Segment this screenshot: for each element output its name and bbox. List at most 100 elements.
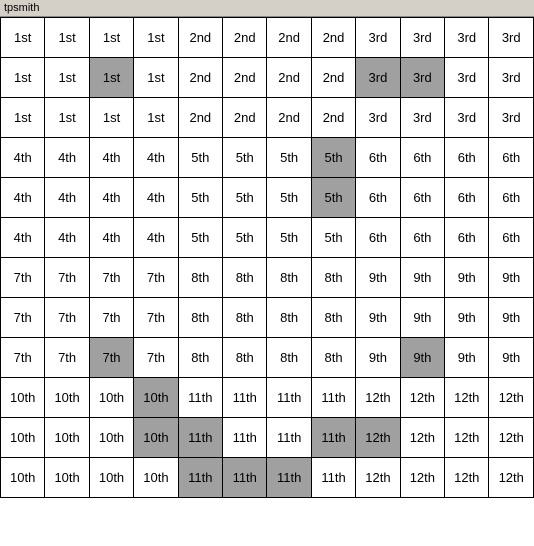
table-cell: 3rd — [400, 18, 444, 58]
table-cell: 7th — [134, 338, 178, 378]
table-cell: 1st — [89, 98, 133, 138]
table-cell: 8th — [178, 338, 222, 378]
table-cell: 4th — [45, 218, 89, 258]
table-cell: 12th — [489, 418, 534, 458]
table-cell: 7th — [89, 298, 133, 338]
table-cell: 11th — [223, 418, 267, 458]
table-cell: 2nd — [223, 18, 267, 58]
table-cell: 2nd — [267, 98, 311, 138]
table-cell: 4th — [134, 138, 178, 178]
table-cell: 9th — [356, 338, 400, 378]
table-row: 1st1st1st1st2nd2nd2nd2nd3rd3rd3rd3rd — [1, 18, 534, 58]
table-cell: 3rd — [489, 18, 534, 58]
table-cell: 5th — [223, 178, 267, 218]
table-cell: 10th — [45, 378, 89, 418]
table-cell: 4th — [89, 218, 133, 258]
table-cell: 12th — [400, 378, 444, 418]
table-cell: 3rd — [445, 98, 489, 138]
table-cell: 8th — [311, 338, 355, 378]
table-cell: 1st — [45, 98, 89, 138]
table-cell: 5th — [267, 178, 311, 218]
table-cell: 9th — [356, 298, 400, 338]
table-cell: 2nd — [178, 58, 222, 98]
table-cell: 9th — [356, 258, 400, 298]
table-cell: 5th — [178, 218, 222, 258]
table-cell: 6th — [400, 138, 444, 178]
table-cell: 12th — [489, 458, 534, 498]
table-cell: 11th — [223, 378, 267, 418]
table-cell: 6th — [356, 138, 400, 178]
table-cell: 5th — [311, 138, 355, 178]
table-cell: 3rd — [356, 58, 400, 98]
table-cell: 11th — [223, 458, 267, 498]
grid-container: 1st1st1st1st2nd2nd2nd2nd3rd3rd3rd3rd1st1… — [0, 17, 534, 498]
table-cell: 11th — [267, 458, 311, 498]
table-row: 4th4th4th4th5th5th5th5th6th6th6th6th — [1, 138, 534, 178]
table-cell: 6th — [356, 178, 400, 218]
table-cell: 1st — [1, 98, 45, 138]
table-cell: 3rd — [400, 58, 444, 98]
table-cell: 9th — [445, 298, 489, 338]
table-cell: 5th — [178, 178, 222, 218]
table-cell: 8th — [178, 298, 222, 338]
table-cell: 8th — [178, 258, 222, 298]
table-cell: 1st — [134, 18, 178, 58]
table-cell: 4th — [89, 178, 133, 218]
table-cell: 9th — [489, 338, 534, 378]
table-cell: 11th — [311, 418, 355, 458]
table-cell: 4th — [1, 178, 45, 218]
table-cell: 2nd — [311, 98, 355, 138]
table-cell: 11th — [178, 458, 222, 498]
table-row: 10th10th10th10th11th11th11th11th12th12th… — [1, 458, 534, 498]
table-cell: 9th — [400, 258, 444, 298]
table-cell: 3rd — [489, 98, 534, 138]
table-cell: 3rd — [356, 98, 400, 138]
table-cell: 12th — [489, 378, 534, 418]
table-cell: 3rd — [356, 18, 400, 58]
table-cell: 12th — [356, 378, 400, 418]
table-cell: 3rd — [400, 98, 444, 138]
table-cell: 4th — [45, 138, 89, 178]
table-cell: 2nd — [178, 98, 222, 138]
table-cell: 7th — [1, 338, 45, 378]
grid-table: 1st1st1st1st2nd2nd2nd2nd3rd3rd3rd3rd1st1… — [0, 17, 534, 498]
table-cell: 8th — [311, 298, 355, 338]
table-cell: 7th — [1, 298, 45, 338]
table-cell: 5th — [178, 138, 222, 178]
table-cell: 1st — [1, 18, 45, 58]
table-cell: 1st — [134, 58, 178, 98]
table-cell: 6th — [400, 178, 444, 218]
table-cell: 4th — [45, 178, 89, 218]
table-cell: 7th — [45, 298, 89, 338]
table-row: 4th4th4th4th5th5th5th5th6th6th6th6th — [1, 178, 534, 218]
table-cell: 7th — [89, 258, 133, 298]
table-cell: 6th — [445, 138, 489, 178]
table-cell: 9th — [489, 298, 534, 338]
table-cell: 12th — [356, 418, 400, 458]
table-cell: 9th — [445, 338, 489, 378]
table-cell: 7th — [134, 258, 178, 298]
table-cell: 4th — [1, 218, 45, 258]
table-cell: 8th — [223, 258, 267, 298]
table-cell: 4th — [89, 138, 133, 178]
table-cell: 3rd — [445, 18, 489, 58]
table-cell: 10th — [89, 378, 133, 418]
table-cell: 2nd — [223, 98, 267, 138]
table-cell: 10th — [134, 418, 178, 458]
table-cell: 2nd — [311, 18, 355, 58]
table-cell: 7th — [45, 338, 89, 378]
table-row: 10th10th10th10th11th11th11th11th12th12th… — [1, 378, 534, 418]
table-cell: 12th — [445, 458, 489, 498]
table-cell: 5th — [267, 138, 311, 178]
table-cell: 9th — [445, 258, 489, 298]
table-cell: 11th — [178, 378, 222, 418]
table-cell: 5th — [311, 178, 355, 218]
table-cell: 2nd — [223, 58, 267, 98]
table-cell: 2nd — [178, 18, 222, 58]
table-cell: 11th — [267, 418, 311, 458]
table-cell: 12th — [400, 458, 444, 498]
table-cell: 1st — [89, 58, 133, 98]
table-cell: 10th — [89, 418, 133, 458]
table-cell: 9th — [400, 298, 444, 338]
table-cell: 10th — [45, 458, 89, 498]
